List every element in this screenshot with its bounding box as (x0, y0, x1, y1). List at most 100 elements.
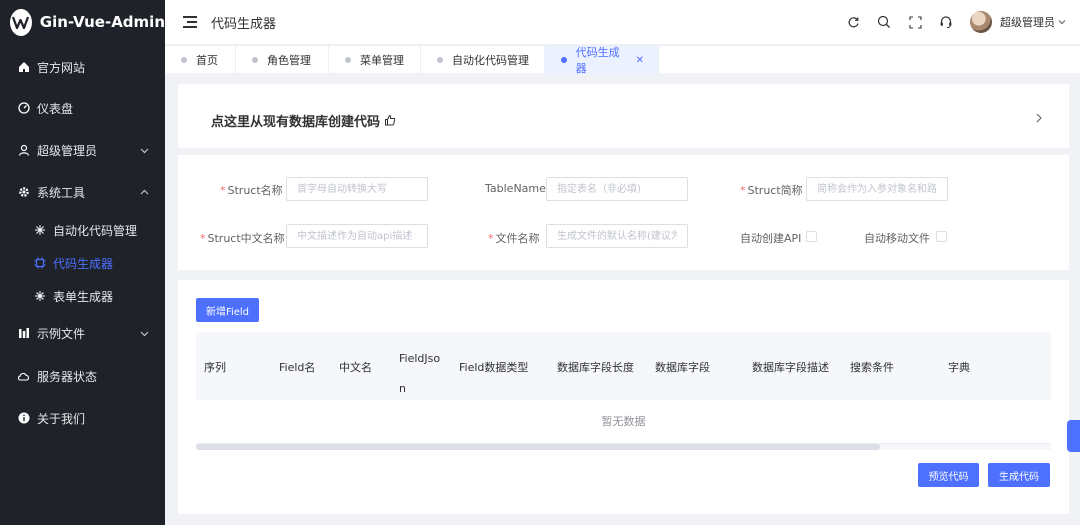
column-header: FieldJson (399, 352, 441, 395)
sparkle-icon (33, 290, 46, 303)
gear-icon (17, 186, 30, 199)
struct-cn-input[interactable] (286, 224, 428, 248)
column-header: 字典 (948, 361, 970, 374)
struct-abbr-input[interactable] (806, 177, 948, 201)
struct-cn-label: * Struct中文名称 (200, 232, 285, 245)
generate-code-button[interactable]: 生成代码 (988, 463, 1050, 487)
tab-role-management[interactable]: 角色管理 (236, 46, 329, 74)
struct-name-input[interactable] (286, 177, 428, 201)
sparkle-icon (33, 224, 46, 237)
column-header: Field数据类型 (459, 361, 529, 374)
struct-form-card: *Struct名称 TableName *Struct简称 *Struct中文名… (178, 155, 1069, 270)
sidebar-item-superadmin[interactable]: 超级管理员 (0, 135, 165, 165)
chevron-down-icon (140, 327, 149, 341)
file-name-label: * 文件名称 (488, 232, 540, 245)
column-header: Field名 (279, 361, 316, 374)
tab-menu-management[interactable]: 菜单管理 (329, 46, 421, 74)
close-icon[interactable]: ✕ (636, 55, 644, 66)
sidebar: Gin-Vue-Admin 官方网站 仪表盘 超级管理员 系统工具 自动化代码管… (0, 0, 165, 525)
brand-name: Gin-Vue-Admin (39, 13, 165, 31)
tab-dot (252, 57, 258, 63)
dashboard-icon (17, 102, 30, 115)
sidebar-item-label: 自动化代码管理 (53, 223, 138, 238)
sidebar-item-label: 代码生成器 (53, 256, 114, 271)
column-header: 数据库字段描述 (752, 361, 829, 374)
sidebar-item-auto-code-admin[interactable]: 自动化代码管理 (0, 215, 165, 245)
column-header: 数据库字段长度 (557, 361, 634, 374)
refresh-icon[interactable] (845, 14, 861, 30)
user-name[interactable]: 超级管理员 (1000, 14, 1055, 30)
sidebar-item-label: 超级管理员 (37, 143, 98, 158)
floating-side-button[interactable] (1067, 420, 1080, 452)
avatar[interactable] (970, 11, 992, 33)
create-from-db-title: 点这里从现有数据库创建代码 (211, 111, 396, 130)
tab-bar: 首页 角色管理 菜单管理 自动化代码管理 代码生成器 ✕ (165, 45, 1080, 75)
preview-code-button[interactable]: 预览代码 (918, 463, 979, 487)
logo-icon (10, 8, 32, 36)
column-header: 序列 (204, 361, 226, 374)
chevron-right-icon[interactable] (1034, 112, 1043, 126)
tab-label: 代码生成器 (575, 46, 620, 75)
column-header: 数据库字段 (655, 361, 710, 374)
chart-icon (17, 327, 30, 340)
page-title: 代码生成器 (211, 16, 277, 32)
table-name-label: TableName (485, 182, 546, 195)
empty-table-text: 暂无数据 (196, 400, 1051, 444)
sidebar-item-label: 系统工具 (37, 185, 86, 200)
logo[interactable]: Gin-Vue-Admin (0, 0, 165, 44)
auto-move-label: 自动移动文件 (864, 232, 930, 245)
tab-code-generator[interactable]: 代码生成器 ✕ (545, 46, 659, 75)
headset-icon[interactable] (938, 14, 954, 30)
sidebar-item-code-generator[interactable]: 代码生成器 (0, 248, 165, 278)
search-icon[interactable] (876, 14, 892, 30)
sidebar-item-form-generator[interactable]: 表单生成器 (0, 281, 165, 311)
scrollbar-thumb[interactable] (196, 444, 880, 450)
sidebar-item-label: 仪表盘 (37, 101, 74, 116)
tab-auto-code-admin[interactable]: 自动化代码管理 (421, 46, 545, 74)
tab-label: 首页 (196, 54, 218, 67)
chevron-up-icon (140, 186, 149, 200)
fields-card: 新增Field 序列 Field名 中文名 FieldJson Field数据类… (178, 280, 1069, 514)
tab-dot (437, 57, 443, 63)
chevron-down-icon[interactable] (1058, 15, 1066, 29)
add-field-button[interactable]: 新增Field (196, 298, 259, 322)
info-icon (17, 412, 30, 425)
tab-dot (345, 57, 351, 63)
file-name-input[interactable] (546, 224, 688, 248)
tab-label: 自动化代码管理 (452, 54, 529, 67)
horizontal-scrollbar[interactable] (196, 444, 1051, 450)
create-from-db-card[interactable]: 点这里从现有数据库创建代码 (178, 84, 1069, 148)
tab-home[interactable]: 首页 (165, 46, 236, 74)
menu-toggle-icon[interactable] (183, 16, 197, 28)
struct-abbr-label: * Struct简称 (740, 184, 803, 197)
sidebar-item-server-status[interactable]: 服务器状态 (0, 361, 165, 391)
sidebar-item-label: 表单生成器 (53, 289, 114, 304)
sidebar-item-label: 官方网站 (37, 60, 86, 75)
sidebar-item-label: 服务器状态 (37, 369, 98, 384)
sidebar-item-examples[interactable]: 示例文件 (0, 318, 165, 348)
sidebar-item-website[interactable]: 官方网站 (0, 52, 165, 82)
home-icon (17, 61, 30, 74)
fullscreen-icon[interactable] (907, 14, 923, 30)
sidebar-item-dashboard[interactable]: 仪表盘 (0, 93, 165, 123)
tab-dot (561, 57, 567, 63)
sidebar-item-label: 示例文件 (37, 326, 86, 341)
tab-label: 角色管理 (267, 54, 311, 67)
sidebar-item-label: 关于我们 (37, 411, 86, 426)
cloud-icon (17, 370, 30, 383)
column-header: 中文名 (339, 361, 372, 374)
sidebar-item-about[interactable]: 关于我们 (0, 403, 165, 433)
thumb-up-icon (384, 114, 396, 130)
tab-dot (181, 57, 187, 63)
auto-api-checkbox[interactable] (806, 231, 817, 242)
tab-label: 菜单管理 (360, 54, 404, 67)
header-actions: 超级管理员 (830, 0, 1066, 44)
chevron-down-icon (140, 144, 149, 158)
auto-move-checkbox[interactable] (936, 231, 947, 242)
table-name-input[interactable] (546, 177, 688, 201)
cpu-icon (33, 257, 46, 270)
fields-table-header: 序列 Field名 中文名 FieldJson Field数据类型 数据库字段长… (196, 332, 1051, 400)
sidebar-item-system-tools[interactable]: 系统工具 (0, 177, 165, 207)
user-icon (17, 144, 30, 157)
column-header: 搜索条件 (850, 361, 894, 374)
